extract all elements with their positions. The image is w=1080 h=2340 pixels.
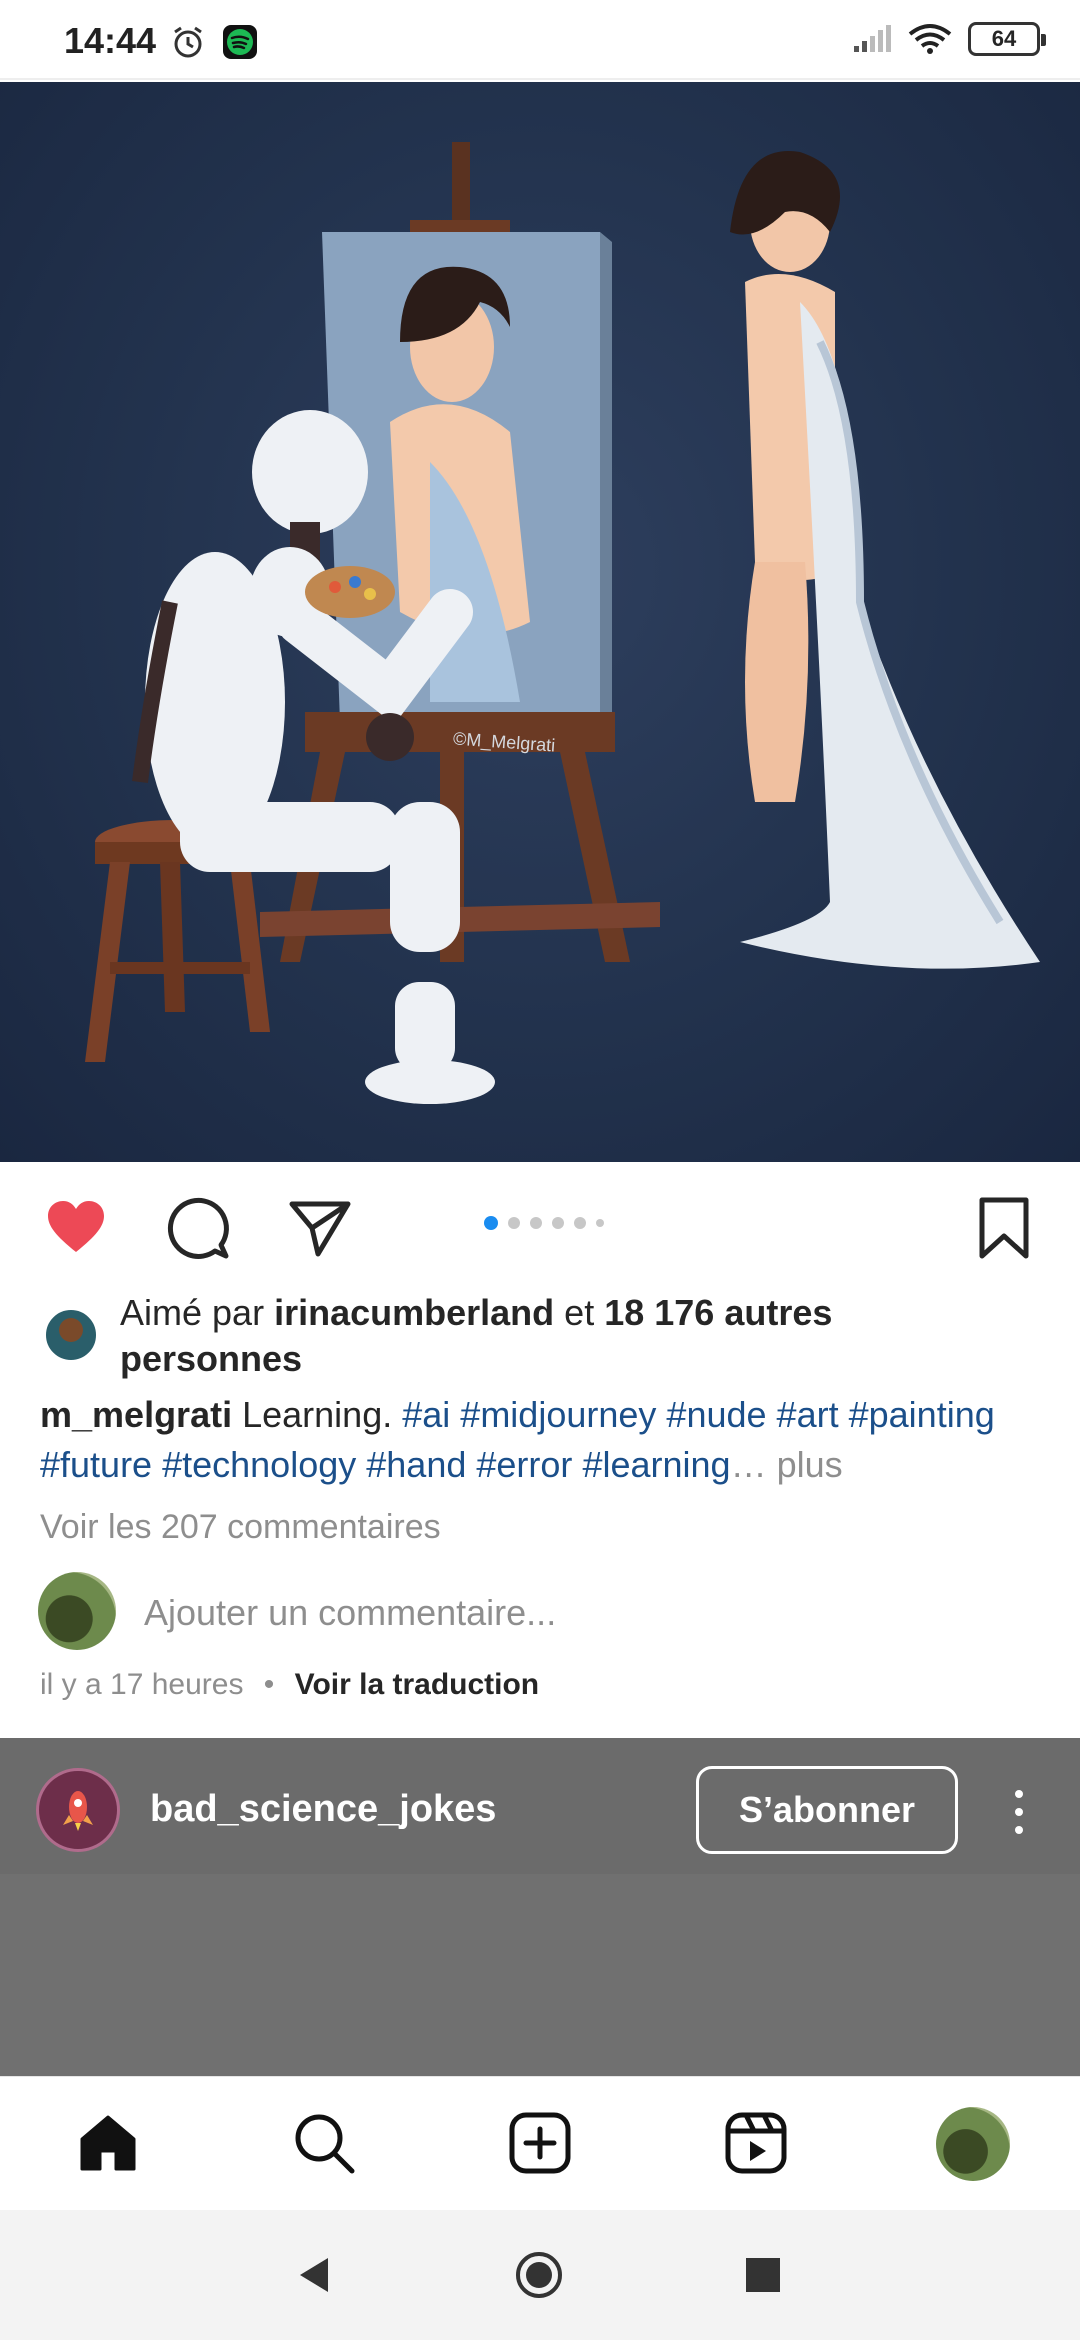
status-right-icons: 64 [852,22,1046,56]
tab-create[interactable] [504,2107,576,2179]
next-post-username[interactable]: bad_science_jokes [150,1788,496,1831]
hashtag[interactable]: #ai [402,1394,450,1435]
like-icon[interactable] [44,1196,108,1260]
illustration-robot-painting [85,142,1040,1104]
home-icon [80,2115,136,2171]
view-comments-link[interactable]: Voir les 207 commentaires [40,1508,441,1547]
next-post-avatar[interactable] [36,1768,120,1852]
carousel-dot [596,1219,604,1227]
likes-prefix: Aimé par [120,1292,265,1333]
system-nav-bar [0,2210,1080,2340]
meta-separator: • [263,1668,275,1701]
caption-ellipsis: … [730,1444,767,1485]
rocket-icon [63,1791,93,1831]
post-image[interactable]: ©M_Melgrati [0,82,1080,1162]
hashtag[interactable]: #nude [666,1394,766,1435]
home-nav-icon[interactable] [514,2250,564,2300]
likes-text[interactable]: Aimé par irinacumberland et 18 176 autre… [120,1290,1000,1382]
post-time-ago: il y a 17 heures [40,1668,244,1701]
status-bar: 14:44 64 [0,0,1080,80]
hashtag[interactable]: #hand [366,1444,466,1485]
share-icon[interactable] [288,1196,352,1260]
comment-icon[interactable] [166,1196,230,1260]
recents-icon[interactable] [738,2250,788,2300]
wifi-icon [908,24,952,54]
hashtag[interactable]: #learning [582,1444,730,1485]
tab-search[interactable] [288,2107,360,2179]
comment-input[interactable]: Ajouter un commentaire... [144,1592,556,1634]
carousel-dot [574,1217,586,1229]
create-icon [509,2112,571,2174]
hashtag[interactable]: #technology [162,1444,356,1485]
carousel-dot-active [484,1216,498,1230]
post-caption: m_melgrati Learning. #ai #midjourney #nu… [40,1390,1050,1490]
likes-middle: et [564,1292,595,1333]
liker-username[interactable]: irinacumberland [274,1292,554,1333]
caption-username[interactable]: m_melgrati [40,1394,232,1435]
more-options-icon[interactable] [1004,1782,1034,1842]
reels-icon [725,2112,787,2174]
hashtag[interactable]: #future [40,1444,152,1485]
search-icon [295,2114,355,2174]
follow-button[interactable]: S’abonner [696,1766,958,1854]
tab-home[interactable] [72,2107,144,2179]
signal-icon [854,25,891,52]
tab-reels[interactable] [720,2107,792,2179]
translate-link[interactable]: Voir la traduction [295,1668,539,1701]
hashtag[interactable]: #midjourney [460,1394,656,1435]
spotify-icon [223,25,257,59]
hashtag[interactable]: #error [476,1444,572,1485]
alarm-icon [174,26,202,58]
next-post-header: bad_science_jokes S’abonner [0,1738,1080,1874]
add-comment-row[interactable]: Ajouter un commentaire... [38,1572,1038,1652]
own-avatar [38,1572,116,1650]
hashtag[interactable]: #painting [849,1394,995,1435]
caption-more-link[interactable]: plus [777,1444,843,1485]
status-left-icons [170,24,258,60]
tab-profile[interactable] [936,2107,1010,2181]
carousel-dot [552,1217,564,1229]
hashtag[interactable]: #art [777,1394,839,1435]
liker-avatar[interactable] [44,1308,98,1362]
carousel-indicator [484,1216,604,1230]
caption-text: Learning. [242,1394,393,1435]
bookmark-icon[interactable] [972,1196,1036,1260]
battery-icon: 64 [968,22,1046,56]
bottom-tab-bar [0,2076,1080,2210]
carousel-dot [530,1217,542,1229]
back-icon[interactable] [290,2250,340,2300]
next-post: bad_science_jokes S’abonner [0,1738,1080,2076]
post-meta: il y a 17 heures • Voir la traduction [40,1668,539,1702]
carousel-dot [508,1217,520,1229]
status-time: 14:44 [64,20,157,61]
